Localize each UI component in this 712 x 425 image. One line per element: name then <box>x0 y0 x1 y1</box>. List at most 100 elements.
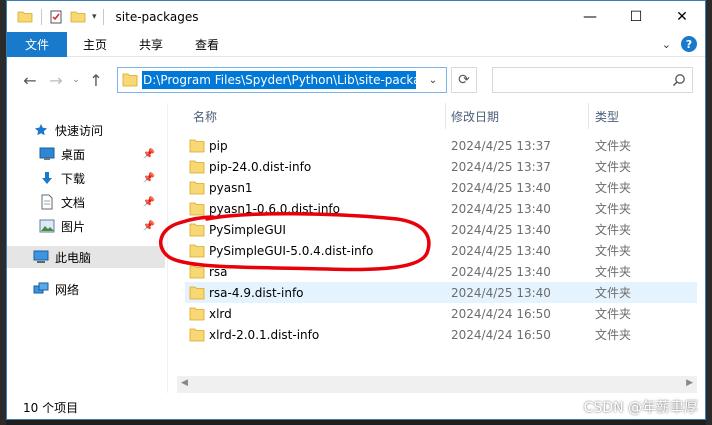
folder-icon <box>189 286 205 299</box>
tab-share[interactable]: 共享 <box>123 32 179 57</box>
address-bar[interactable]: D:\Program Files\Spyder\Python\Lib\site-… <box>117 67 447 93</box>
folder-icon <box>189 244 205 257</box>
tab-view[interactable]: 查看 <box>179 32 235 57</box>
file-name: xlrd <box>209 306 232 321</box>
folder-icon <box>189 160 205 173</box>
column-header-type[interactable]: 类型 <box>595 103 619 129</box>
recent-locations-icon[interactable]: ⌄ <box>69 75 83 85</box>
pin-icon: 📌 <box>142 148 155 160</box>
search-box[interactable] <box>492 67 693 93</box>
desktop-icon <box>39 146 55 162</box>
file-name: pyasn1 <box>209 180 253 195</box>
nav-item-documents[interactable]: 文档 📌 <box>7 191 165 213</box>
nav-label: 图片 <box>61 219 86 234</box>
nav-label: 文档 <box>61 195 86 210</box>
navigation-bar: ← → ⌄ ↑ D:\Program Files\Spyder\Python\L… <box>7 57 705 103</box>
scroll-right-icon[interactable]: ▶ <box>686 378 693 388</box>
file-type: 文件夹 <box>595 307 632 321</box>
toolbar-divider <box>102 8 104 25</box>
folder-icon <box>189 181 205 194</box>
properties-icon[interactable] <box>48 9 64 25</box>
nav-label: 下载 <box>61 171 86 186</box>
help-icon[interactable]: ? <box>681 36 697 52</box>
pin-icon: 📌 <box>142 196 155 208</box>
nav-item-network[interactable]: 网络 <box>7 278 165 300</box>
file-name: pip <box>209 138 228 153</box>
nav-item-desktop[interactable]: 桌面 📌 <box>7 143 165 165</box>
address-dropdown-icon[interactable]: ⌄ <box>420 68 446 92</box>
tab-file[interactable]: 文件 <box>7 31 68 57</box>
file-list: 名称 修改日期 类型 pip 2024/4/25 13:37 文件夹 pip-2… <box>169 103 707 393</box>
nav-label: 此电脑 <box>55 250 92 265</box>
search-icon <box>672 74 685 87</box>
file-date: 2024/4/25 13:40 <box>451 264 551 279</box>
file-name: rsa <box>209 264 228 279</box>
file-row[interactable]: xlrd-2.0.1.dist-info 2024/4/24 16:50 文件夹 <box>185 324 697 345</box>
customize-toolbar-icon[interactable]: ▾ <box>92 12 97 22</box>
folder-icon <box>189 139 205 152</box>
file-date: 2024/4/25 13:37 <box>451 159 551 174</box>
folder-icon <box>122 73 138 87</box>
file-date: 2024/4/25 13:40 <box>451 180 551 195</box>
up-button[interactable]: ↑ <box>83 71 109 90</box>
file-row[interactable]: rsa-4.9.dist-info 2024/4/25 13:40 文件夹 <box>185 282 697 303</box>
file-row[interactable]: PySimpleGUI-5.0.4.dist-info 2024/4/25 13… <box>185 240 697 261</box>
pane-divider[interactable] <box>167 103 168 393</box>
file-date: 2024/4/25 13:40 <box>451 285 551 300</box>
file-row[interactable]: PySimpleGUI 2024/4/25 13:40 文件夹 <box>185 219 697 240</box>
expand-ribbon-icon[interactable]: ⌄ <box>662 38 671 51</box>
nav-item-pictures[interactable]: 图片 📌 <box>7 215 165 237</box>
column-header-date[interactable]: 修改日期 <box>451 103 499 129</box>
file-type: 文件夹 <box>595 139 632 153</box>
horizontal-scrollbar[interactable]: ◀ ▶ <box>177 376 697 393</box>
address-path[interactable]: D:\Program Files\Spyder\Python\Lib\site-… <box>142 71 416 89</box>
file-name: PySimpleGUI <box>209 222 286 237</box>
download-icon <box>39 170 55 186</box>
close-button[interactable]: ✕ <box>659 1 705 32</box>
file-type: 文件夹 <box>595 328 632 342</box>
watermark: CSDN @年薪聿厚 <box>583 400 698 416</box>
forward-button[interactable]: → <box>43 71 69 90</box>
new-folder-icon[interactable] <box>70 9 86 25</box>
file-name: rsa-4.9.dist-info <box>209 285 304 300</box>
file-row[interactable]: pip-24.0.dist-info 2024/4/25 13:37 文件夹 <box>185 156 697 177</box>
file-row[interactable]: pip 2024/4/25 13:37 文件夹 <box>185 135 697 156</box>
file-date: 2024/4/25 13:40 <box>451 222 551 237</box>
nav-item-quick-access[interactable]: 快速访问 <box>7 119 165 141</box>
nav-item-this-pc[interactable]: 此电脑 <box>7 246 165 268</box>
column-divider[interactable] <box>445 103 446 129</box>
column-header-name[interactable]: 名称 <box>193 103 217 129</box>
folder-icon <box>189 223 205 236</box>
pin-icon: 📌 <box>142 220 155 232</box>
file-row[interactable]: xlrd 2024/4/24 16:50 文件夹 <box>185 303 697 324</box>
folder-icon <box>189 265 205 278</box>
quick-access-toolbar: ▾ <box>17 8 110 25</box>
file-type: 文件夹 <box>595 202 632 216</box>
folder-icon <box>17 11 33 22</box>
file-name: PySimpleGUI-5.0.4.dist-info <box>209 243 374 258</box>
picture-icon <box>39 218 55 234</box>
file-date: 2024/4/24 16:50 <box>451 327 551 342</box>
back-button[interactable]: ← <box>17 71 43 90</box>
file-name: pyasn1-0.6.0.dist-info <box>209 201 340 216</box>
file-name: xlrd-2.0.1.dist-info <box>209 327 320 342</box>
file-row[interactable]: pyasn1-0.6.0.dist-info 2024/4/25 13:40 文… <box>185 198 697 219</box>
maximize-button[interactable]: ☐ <box>613 1 659 32</box>
nav-label: 桌面 <box>61 147 86 162</box>
tab-home[interactable]: 主页 <box>67 32 123 57</box>
toolbar-divider <box>41 8 42 25</box>
search-input[interactable] <box>499 68 669 92</box>
refresh-button[interactable]: ⟳ <box>451 67 477 93</box>
ribbon-right: ⌄ ? <box>662 36 697 52</box>
nav-item-downloads[interactable]: 下载 📌 <box>7 167 165 189</box>
file-row[interactable]: rsa 2024/4/25 13:40 文件夹 <box>185 261 697 282</box>
file-row[interactable]: pyasn1 2024/4/25 13:40 文件夹 <box>185 177 697 198</box>
nav-label: 快速访问 <box>55 123 104 138</box>
minimize-button[interactable]: — <box>567 1 613 32</box>
file-type: 文件夹 <box>595 286 632 300</box>
column-divider[interactable] <box>588 103 589 129</box>
pin-icon: 📌 <box>142 172 155 184</box>
scroll-left-icon[interactable]: ◀ <box>181 378 188 388</box>
file-type: 文件夹 <box>595 160 632 174</box>
file-date: 2024/4/25 13:37 <box>451 138 551 153</box>
